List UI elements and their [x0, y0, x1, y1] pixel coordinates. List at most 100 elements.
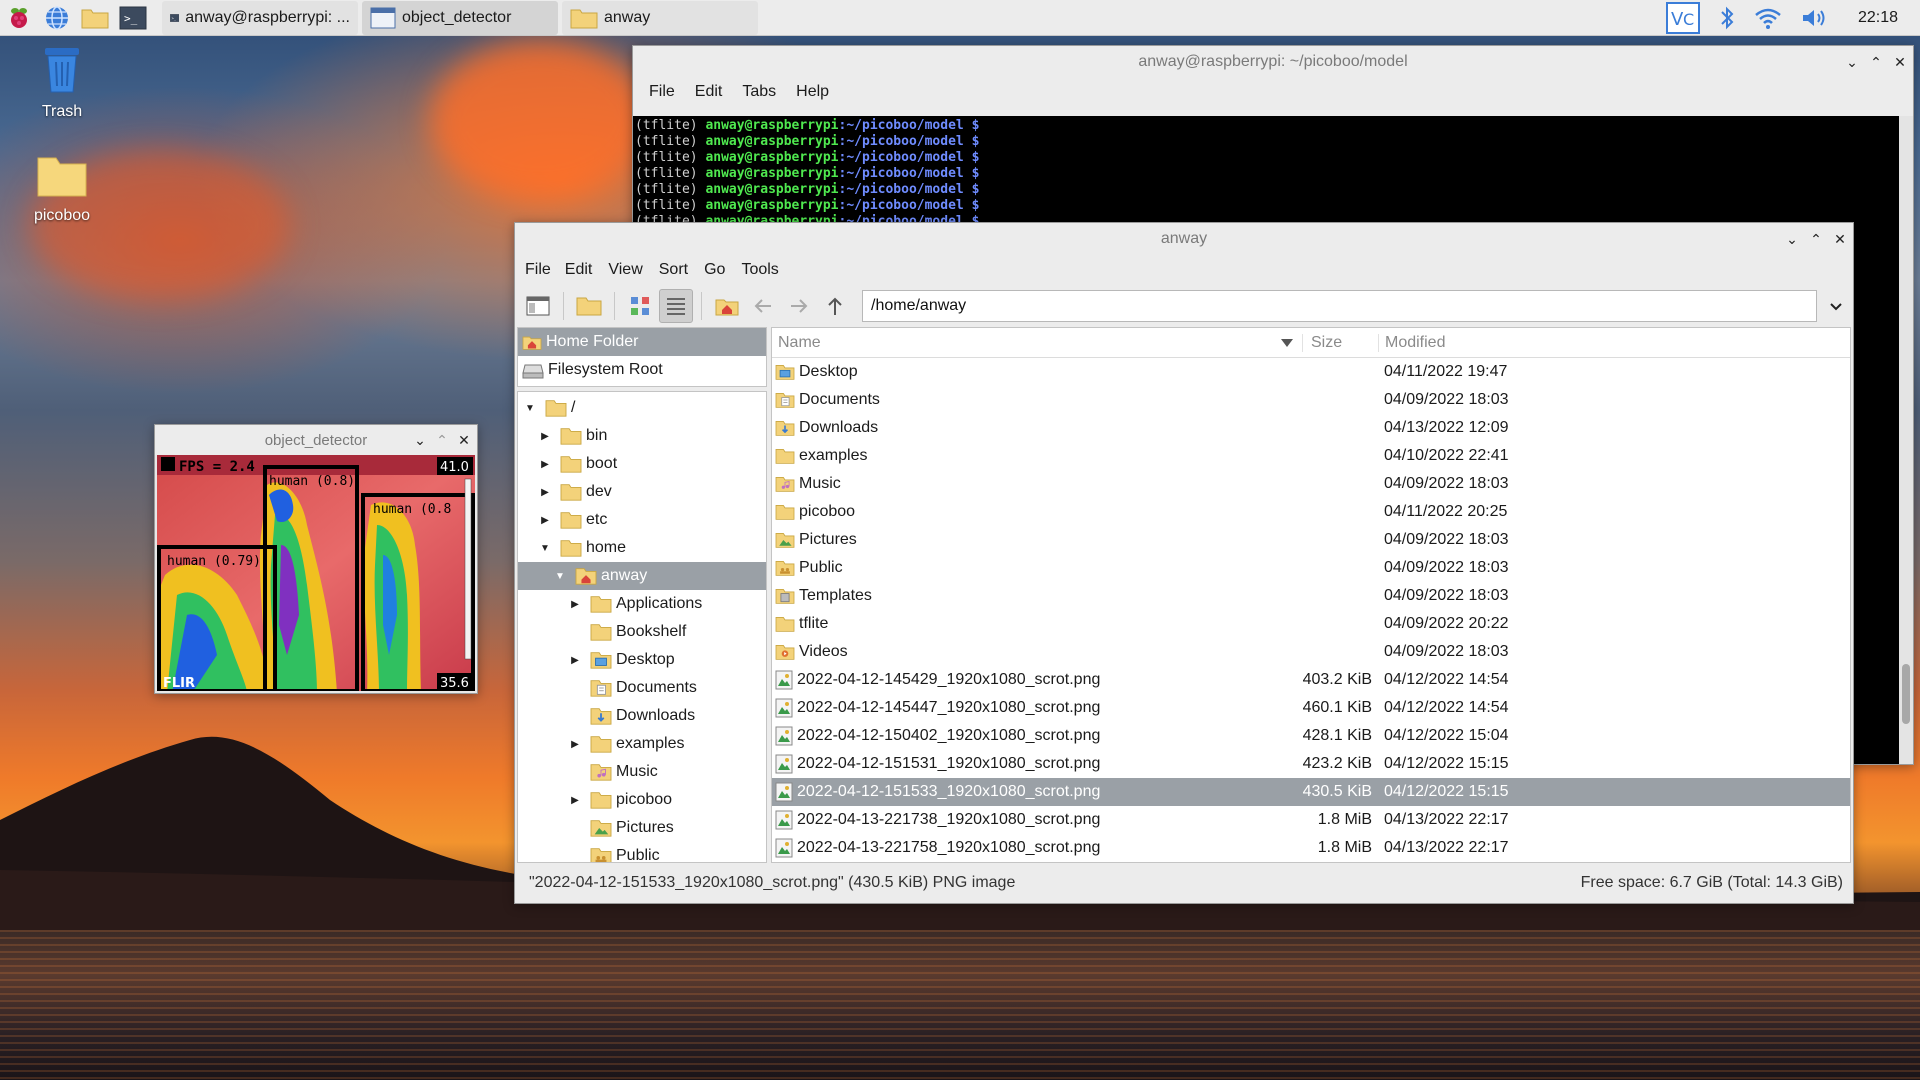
list-view-button[interactable] [659, 289, 693, 323]
tree-item-anway[interactable]: ▼ anway [518, 562, 766, 590]
collapsed-arrow-icon[interactable]: ▶ [537, 512, 553, 528]
expanded-arrow-icon[interactable]: ▼ [522, 400, 538, 416]
home-button[interactable] [710, 289, 744, 323]
icon-view-button[interactable] [623, 289, 657, 323]
vnc-tray-button[interactable]: V C [1665, 2, 1700, 34]
file-row[interactable]: picoboo 04/11/2022 20:25 [772, 498, 1850, 526]
maximize-button[interactable]: ⌃ [1809, 231, 1823, 247]
tree-item-picoboo[interactable]: ▶ picoboo [518, 786, 766, 814]
file-row[interactable]: Templates 04/09/2022 18:03 [772, 582, 1850, 610]
menu-tabs[interactable]: Tabs [732, 83, 786, 101]
expanded-arrow-icon[interactable]: ▼ [537, 540, 553, 556]
collapsed-arrow-icon[interactable]: ▶ [537, 456, 553, 472]
tree-item-downloads[interactable]: Downloads [518, 702, 766, 730]
file-row[interactable]: 2022-04-12-145447_1920x1080_scrot.png 460… [772, 694, 1850, 722]
column-size[interactable]: Size [1302, 333, 1378, 352]
desktop-icon-trash[interactable]: Trash [12, 44, 112, 121]
place-home-folder[interactable]: Home Folder [518, 328, 766, 356]
file-row[interactable]: Music 04/09/2022 18:03 [772, 470, 1850, 498]
collapsed-arrow-icon[interactable]: ▶ [537, 484, 553, 500]
file-manager-titlebar[interactable]: anway ⌄ ⌃ ✕ [515, 223, 1853, 255]
menu-sort[interactable]: Sort [651, 261, 696, 279]
menu-help[interactable]: Help [786, 83, 839, 101]
file-row[interactable]: tflite 04/09/2022 20:22 [772, 610, 1850, 638]
scrollbar-thumb[interactable] [1902, 664, 1910, 724]
column-name[interactable]: Name [772, 334, 1302, 352]
expanded-arrow-icon[interactable]: ▼ [552, 568, 568, 584]
file-row[interactable]: 2022-04-13-221758_1920x1080_scrot.png 1.8… [772, 834, 1850, 862]
object-detector-titlebar[interactable]: object_detector ⌄ ⌃ ✕ [155, 425, 477, 455]
menu-go[interactable]: Go [696, 261, 733, 279]
file-row[interactable]: Desktop 04/11/2022 19:47 [772, 358, 1850, 386]
tree-item-boot[interactable]: ▶ boot [518, 450, 766, 478]
terminal-scrollbar[interactable] [1899, 116, 1913, 764]
terminal-titlebar[interactable]: anway@raspberrypi: ~/picoboo/model ⌄ ⌃ ✕ [633, 46, 1913, 78]
menu-edit[interactable]: Edit [557, 261, 601, 279]
raspberry-menu-button[interactable] [0, 1, 38, 35]
file-row[interactable]: 2022-04-13-221738_1920x1080_scrot.png 1.8… [772, 806, 1850, 834]
new-folder-button[interactable] [572, 289, 606, 323]
tree-item-bookshelf[interactable]: Bookshelf [518, 618, 766, 646]
desktop-icon-picoboo[interactable]: picoboo [12, 154, 112, 225]
tree-item-examples[interactable]: ▶ examples [518, 730, 766, 758]
tree-item-home[interactable]: ▼ home [518, 534, 766, 562]
menu-file[interactable]: File [521, 261, 557, 279]
file-row[interactable]: examples 04/10/2022 22:41 [772, 442, 1850, 470]
clock[interactable]: 22:18 [1858, 9, 1898, 27]
column-modified[interactable]: Modified [1378, 333, 1850, 352]
tree-item-public[interactable]: Public [518, 842, 766, 862]
file-row[interactable]: Pictures 04/09/2022 18:03 [772, 526, 1850, 554]
minimize-button[interactable]: ⌄ [1845, 54, 1859, 70]
bluetooth-tray-button[interactable] [1718, 3, 1736, 33]
tree-item-pictures[interactable]: Pictures [518, 814, 766, 842]
tree-item-applications[interactable]: ▶ Applications [518, 590, 766, 618]
tree-item-root[interactable]: ▼ / [518, 394, 766, 422]
close-button[interactable]: ✕ [1833, 231, 1847, 247]
tree-item-bin[interactable]: ▶ bin [518, 422, 766, 450]
file-row[interactable]: Downloads 04/13/2022 12:09 [772, 414, 1850, 442]
collapsed-arrow-icon[interactable]: ▶ [567, 596, 583, 612]
collapsed-arrow-icon[interactable]: ▶ [567, 652, 583, 668]
place-filesystem-root[interactable]: Filesystem Root [518, 356, 766, 384]
collapsed-arrow-icon[interactable]: ▶ [567, 792, 583, 808]
file-row[interactable]: Videos 04/09/2022 18:03 [772, 638, 1850, 666]
maximize-button[interactable]: ⌃ [435, 432, 449, 448]
collapsed-arrow-icon[interactable]: ▶ [537, 428, 553, 444]
path-history-dropdown[interactable] [1819, 289, 1853, 323]
file-row[interactable]: 2022-04-12-151531_1920x1080_scrot.png 423… [772, 750, 1850, 778]
file-row[interactable]: Documents 04/09/2022 18:03 [772, 386, 1850, 414]
tree-item-music[interactable]: Music [518, 758, 766, 786]
browser-launcher[interactable] [38, 1, 76, 35]
menu-tools[interactable]: Tools [733, 261, 786, 279]
file-row[interactable]: Public 04/09/2022 18:03 [772, 554, 1850, 582]
wifi-tray-button[interactable] [1754, 3, 1782, 33]
file-row[interactable]: 2022-04-12-150402_1920x1080_scrot.png 428… [772, 722, 1850, 750]
minimize-button[interactable]: ⌄ [1785, 231, 1799, 247]
close-button[interactable]: ✕ [457, 432, 471, 448]
minimize-button[interactable]: ⌄ [413, 432, 427, 448]
menu-view[interactable]: View [600, 261, 650, 279]
task-file-manager[interactable]: anway [562, 0, 758, 35]
new-window-button[interactable] [521, 289, 555, 323]
maximize-button[interactable]: ⌃ [1869, 54, 1883, 70]
file-row[interactable]: 2022-04-12-145429_1920x1080_scrot.png 403… [772, 666, 1850, 694]
forward-button[interactable] [782, 289, 816, 323]
tree-item-etc[interactable]: ▶ etc [518, 506, 766, 534]
file-row[interactable]: 2022-04-12-151533_1920x1080_scrot.png 430… [772, 778, 1850, 806]
close-button[interactable]: ✕ [1893, 54, 1907, 70]
tree-item-desktop[interactable]: ▶ Desktop [518, 646, 766, 674]
task-terminal[interactable]: >_ anway@raspberrypi: ... [162, 0, 358, 35]
file-manager-launcher[interactable] [76, 1, 114, 35]
tree-item-documents[interactable]: Documents [518, 674, 766, 702]
up-button[interactable] [818, 289, 852, 323]
menu-edit[interactable]: Edit [685, 83, 733, 101]
volume-tray-button[interactable] [1800, 3, 1828, 33]
collapsed-arrow-icon[interactable]: ▶ [567, 736, 583, 752]
terminal-user: anway@raspberrypi [705, 166, 839, 181]
back-button[interactable] [746, 289, 780, 323]
path-input[interactable]: /home/anway [862, 290, 1817, 322]
menu-file[interactable]: File [639, 83, 685, 101]
tree-item-dev[interactable]: ▶ dev [518, 478, 766, 506]
task-object-detector[interactable]: object_detector [362, 0, 558, 35]
terminal-launcher[interactable]: >_ [114, 1, 152, 35]
